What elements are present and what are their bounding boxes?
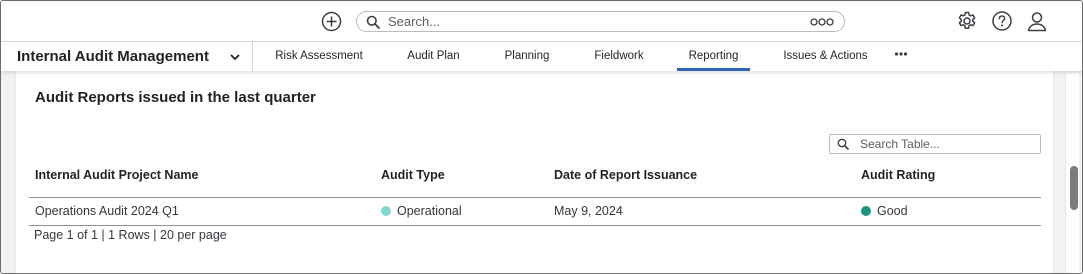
rating-dot [861,206,871,216]
tab-audit-plan[interactable]: Audit Plan [399,42,468,71]
tab-planning[interactable]: Planning [498,42,556,71]
search-icon [837,138,849,150]
pagination-info: Page 1 of 1 | 1 Rows | 20 per page [34,228,227,242]
rating-label: Good [877,204,908,218]
column-header-project-name[interactable]: Internal Audit Project Name [35,168,198,182]
content-area: Audit Reports issued in the last quarter… [1,71,1082,273]
app-name: Internal Audit Management [17,48,209,65]
user-icon[interactable] [1026,10,1048,32]
add-icon[interactable] [321,11,342,32]
audit-type-label: Operational [397,204,462,218]
column-header-report-date[interactable]: Date of Report Issuance [554,168,697,182]
settings-icon[interactable] [956,10,978,32]
column-header-audit-type[interactable]: Audit Type [381,168,445,182]
status-dot [381,206,391,216]
tab-risk-assessment[interactable]: Risk Assessment [269,42,369,71]
table-search-input[interactable] [860,136,1035,152]
tab-reporting[interactable]: Reporting [677,42,750,71]
column-header-audit-rating[interactable]: Audit Rating [861,168,935,182]
tab-fieldwork[interactable]: Fieldwork [587,42,651,71]
chevron-down-icon [230,54,240,61]
global-search[interactable] [356,11,845,32]
table-search[interactable] [829,134,1041,154]
row-divider [29,225,1041,226]
global-search-input[interactable] [388,13,788,30]
scrollbar-thumb[interactable] [1070,166,1078,210]
header-divider [29,197,1041,198]
cell-audit-type: Operational [381,204,462,218]
cell-project-name[interactable]: Operations Audit 2024 Q1 [35,204,179,218]
top-bar [1,1,1082,41]
report-card: Audit Reports issued in the last quarter… [16,71,1053,273]
search-options-icon[interactable] [810,17,834,27]
cell-audit-rating: Good [861,204,908,218]
app-navbar: Internal Audit Management Risk Assessmen… [1,41,1082,71]
search-icon [366,15,380,29]
tab-issues-actions[interactable]: Issues & Actions [777,42,874,71]
help-icon[interactable] [991,10,1013,32]
report-title: Audit Reports issued in the last quarter [35,89,316,106]
cell-report-date: May 9, 2024 [554,204,623,218]
more-icon[interactable] [894,50,908,58]
app-switcher[interactable]: Internal Audit Management [1,42,253,71]
app-window: Internal Audit Management Risk Assessmen… [0,0,1083,274]
